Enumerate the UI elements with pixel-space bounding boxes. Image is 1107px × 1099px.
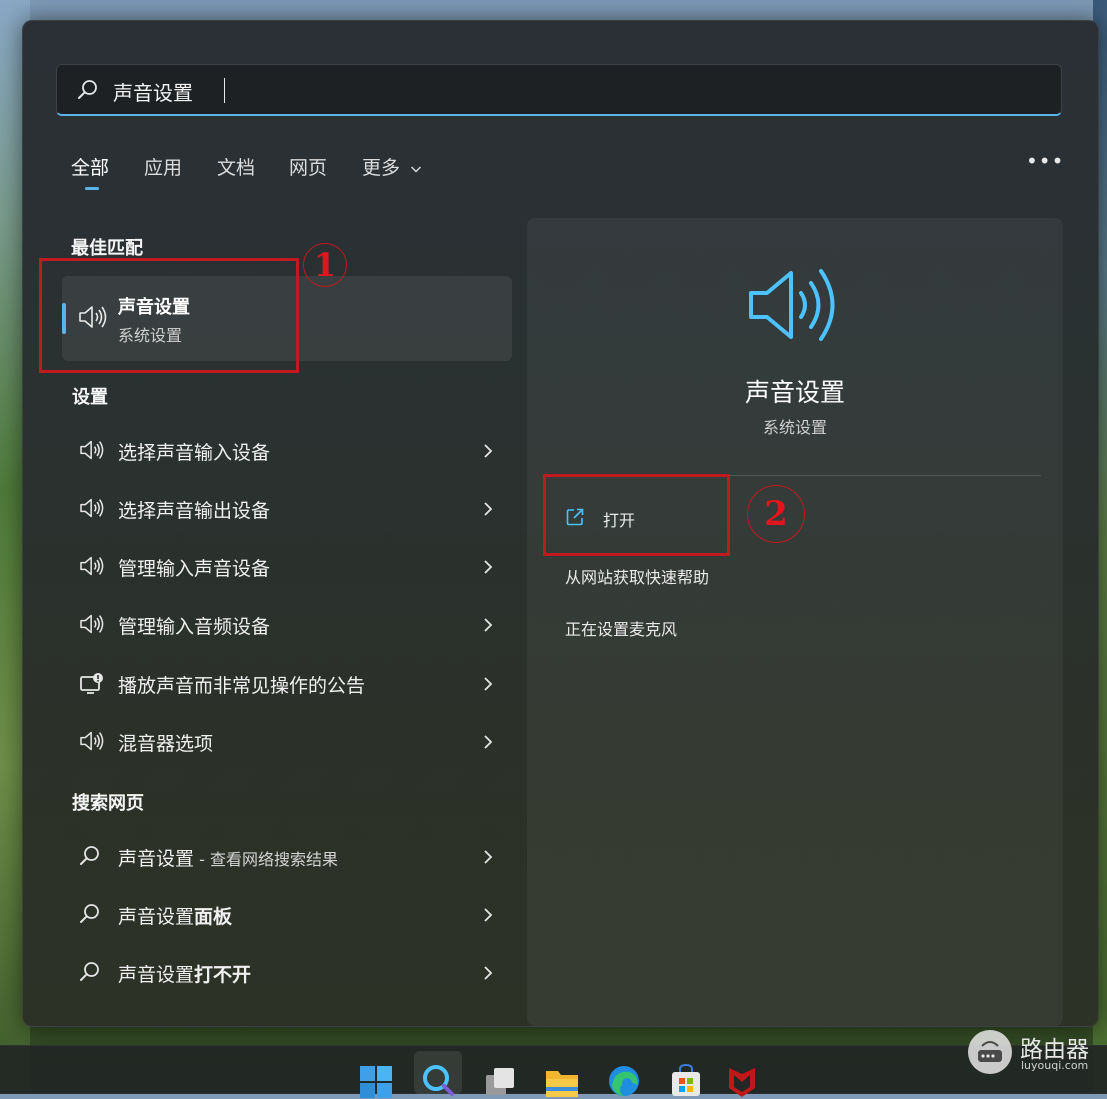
folder-icon [546, 1071, 578, 1097]
tab-more-label: 更多 [362, 157, 401, 179]
search-icon [423, 1065, 454, 1096]
web-search-suffix: - 查看网络搜索结果 [194, 850, 338, 869]
tab-active-indicator [85, 187, 99, 190]
speaker-icon [80, 614, 104, 634]
search-icon [80, 846, 99, 865]
more-options-button[interactable]: ••• [1026, 149, 1064, 173]
taskbar-search[interactable] [414, 1051, 462, 1096]
search-input[interactable] [111, 73, 1015, 109]
settings-item-label: 管理输入声音设备 [118, 558, 271, 580]
speaker-icon [80, 498, 104, 518]
web-search-item[interactable]: 声音设置打不开 [71, 949, 511, 997]
tab-apps[interactable]: 应用 [144, 153, 182, 180]
chevron-right-icon [484, 966, 493, 980]
web-search-query: 声音设置 [118, 964, 195, 986]
settings-item[interactable]: 管理输入声音设备 [71, 543, 511, 591]
annotation-box-1 [39, 258, 299, 373]
web-search-item[interactable]: 声音设置面板 [71, 891, 511, 939]
router-logo-icon [968, 1030, 1012, 1074]
tab-documents[interactable]: 文档 [217, 153, 255, 180]
settings-item[interactable]: 选择声音输出设备 [71, 485, 511, 533]
taskbar-edge[interactable] [600, 1051, 648, 1096]
mic-setup-link[interactable]: 正在设置麦克风 [565, 616, 677, 640]
settings-item[interactable]: 播放声音而非常见操作的公告 [71, 660, 511, 708]
chevron-right-icon [484, 735, 493, 749]
settings-item-label: 选择声音输入设备 [118, 442, 271, 464]
detail-title: 声音设置 [744, 378, 845, 407]
settings-item-label: 选择声音输出设备 [118, 500, 271, 522]
chevron-right-icon [484, 908, 493, 922]
best-match-heading: 最佳匹配 [71, 238, 143, 259]
speaker-icon [80, 731, 104, 751]
settings-item-label: 播放声音而非常见操作的公告 [118, 675, 366, 697]
web-search-item-label: 声音设置面板 [118, 902, 232, 929]
windows-logo-icon [360, 1066, 392, 1098]
tab-web[interactable]: 网页 [289, 153, 327, 180]
web-help-link[interactable]: 从网站获取快速帮助 [565, 564, 709, 588]
speaker-icon [749, 269, 835, 341]
screen-notification-icon [80, 673, 103, 694]
search-panel: 全部 应用 文档 网页 更多 ••• 最佳匹配 声音设置 系统设置 设置 选择声… [22, 20, 1099, 1027]
settings-item[interactable]: 混音器选项 [71, 718, 511, 766]
search-box[interactable] [56, 64, 1062, 116]
annotation-marker-2: 2 [747, 485, 805, 543]
settings-item-label: 管理输入音频设备 [118, 616, 271, 638]
chevron-right-icon [484, 677, 493, 691]
web-search-item-label: 声音设置 - 查看网络搜索结果 [118, 844, 338, 871]
settings-heading: 设置 [72, 387, 108, 408]
taskbar-task-view[interactable] [476, 1051, 524, 1095]
web-search-item-label: 声音设置打不开 [118, 960, 251, 987]
tab-all[interactable]: 全部 [71, 153, 109, 180]
settings-item[interactable]: 管理输入音频设备 [71, 601, 511, 649]
search-icon [80, 904, 99, 923]
taskbar-start[interactable] [352, 1051, 400, 1098]
detail-subtitle: 系统设置 [762, 418, 827, 437]
chevron-right-icon [484, 444, 493, 458]
watermark-url: luyouqi.com [1021, 1059, 1089, 1072]
web-search-query: 声音设置 [118, 906, 195, 928]
speaker-icon [80, 556, 104, 576]
web-search-heading: 搜索网页 [72, 793, 144, 814]
store-icon [672, 1063, 700, 1096]
chevron-right-icon [484, 850, 493, 864]
tab-more[interactable]: 更多 [362, 153, 422, 180]
web-search-query: 声音设置 [118, 848, 195, 870]
search-icon [78, 80, 97, 99]
text-caret [224, 78, 225, 103]
settings-item-label: 混音器选项 [118, 733, 214, 755]
chevron-right-icon [484, 618, 493, 632]
taskbar [0, 1045, 1107, 1098]
detail-pane: 声音设置 系统设置 打开 从网站获取快速帮助 正在设置麦克风 [527, 218, 1063, 1026]
web-search-item[interactable]: 声音设置 - 查看网络搜索结果 [71, 833, 511, 881]
site-watermark: 路由器 luyouqi.com [968, 1030, 1098, 1076]
chevron-right-icon [484, 560, 493, 574]
chevron-down-icon [411, 166, 422, 173]
taskbar-file-explorer[interactable] [538, 1051, 586, 1097]
task-view-icon [486, 1068, 514, 1095]
taskbar-mcafee[interactable] [718, 1051, 766, 1097]
taskbar-store[interactable] [662, 1051, 710, 1096]
annotation-marker-1: 1 [303, 243, 347, 287]
chevron-right-icon [484, 502, 493, 516]
web-search-completion: 打不开 [194, 964, 252, 986]
annotation-box-2 [543, 474, 730, 556]
settings-item[interactable]: 选择声音输入设备 [71, 427, 511, 475]
search-icon [80, 962, 99, 981]
speaker-icon [80, 440, 104, 460]
web-search-completion: 面板 [194, 906, 233, 928]
